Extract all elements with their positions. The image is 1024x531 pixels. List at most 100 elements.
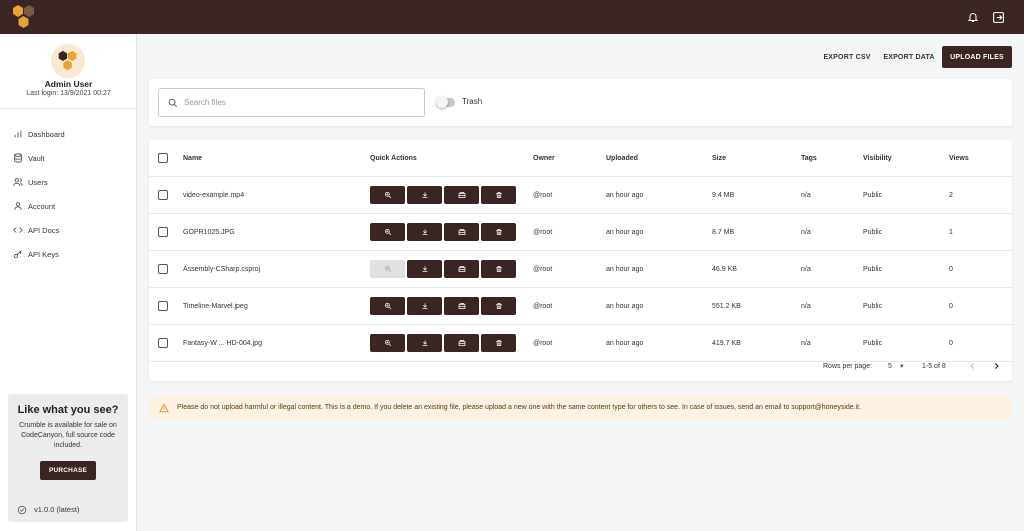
header-uploaded[interactable]: Uploaded (606, 140, 638, 176)
chevron-left-icon (970, 362, 975, 370)
next-page-button[interactable] (992, 361, 1001, 373)
owner: @root (533, 191, 553, 199)
delete-button[interactable] (481, 297, 516, 315)
owner: @root (533, 265, 553, 273)
table-row[interactable]: video-example.mp4 @root an hour ago 9.4 MB n… (149, 177, 1012, 214)
visibility: Public (863, 228, 883, 236)
row-checkbox[interactable] (158, 264, 168, 274)
views: 0 (949, 302, 953, 310)
table-row[interactable]: Timeline-Marvel.jpeg @root an hour ago 551.… (149, 288, 1012, 325)
file-size: 46.9 KB (712, 265, 737, 273)
trash-icon (495, 339, 502, 347)
header-visibility[interactable]: Visibility (863, 140, 892, 176)
row-checkbox[interactable] (158, 227, 168, 237)
delete-button[interactable] (481, 223, 516, 241)
search-card: Trash (149, 79, 1012, 126)
purchase-button[interactable]: PURCHASE (39, 461, 97, 480)
file-name[interactable]: Assembly-CSharp.csproj (183, 251, 260, 287)
preview-button[interactable] (370, 186, 405, 204)
preview-button[interactable] (370, 223, 405, 241)
crumble-logo-icon[interactable] (10, 4, 38, 30)
tags: n/a (801, 265, 811, 273)
download-button[interactable] (407, 223, 442, 241)
table-row[interactable]: Assembly-CSharp.csproj @root an hour ago 46… (149, 251, 1012, 288)
sidebar-nav: Dashboard Vault Users Account API Docs A… (0, 122, 137, 266)
visibility: Public (863, 265, 883, 273)
row-checkbox[interactable] (158, 301, 168, 311)
download-button[interactable] (407, 186, 442, 204)
download-icon (422, 229, 427, 236)
sidebar-item-vault[interactable]: Vault (0, 146, 137, 170)
trash-icon (495, 191, 502, 199)
table-row[interactable]: GOPR1025.JPG @root an hour ago 8.7 MB n/a Pub… (149, 214, 1012, 251)
last-login: Last login: 13/9/2021 00:27 (26, 90, 111, 97)
tags: n/a (801, 191, 811, 199)
select-all-checkbox[interactable] (158, 153, 168, 163)
download-button[interactable] (407, 297, 442, 315)
archive-button[interactable] (444, 186, 479, 204)
download-icon (422, 303, 427, 310)
header-size[interactable]: Size (712, 140, 726, 176)
search-box[interactable] (158, 88, 425, 117)
uploaded-time: an hour ago (606, 228, 644, 236)
header-name[interactable]: Name (183, 140, 202, 176)
archive-button[interactable] (444, 334, 479, 352)
tags: n/a (801, 302, 811, 310)
download-icon (422, 266, 427, 273)
search-input[interactable] (184, 98, 404, 107)
file-name[interactable]: Timeline-Marvel.jpeg (183, 288, 248, 324)
row-checkbox[interactable] (158, 338, 168, 348)
logout-icon[interactable] (990, 9, 1006, 25)
users-icon (13, 178, 23, 186)
delete-button[interactable] (481, 186, 516, 204)
export-csv-button[interactable]: EXPORT CSV (820, 46, 874, 68)
sidebar-item-api-docs[interactable]: API Docs (0, 218, 137, 242)
archive-icon (458, 339, 465, 347)
row-checkbox[interactable] (158, 190, 168, 200)
api-docs-icon (13, 227, 23, 233)
user-name: Admin User (44, 79, 93, 89)
file-name[interactable]: video-example.mp4 (183, 177, 244, 213)
vault-icon (14, 153, 22, 163)
preview-button[interactable] (370, 334, 405, 352)
sidebar-item-api-keys[interactable]: API Keys (0, 242, 137, 266)
sidebar-item-dashboard[interactable]: Dashboard (0, 122, 137, 146)
chevron-down-icon: ▼ (898, 364, 905, 370)
export-data-button[interactable]: EXPORT DATA (880, 46, 938, 68)
header-tags[interactable]: Tags (801, 140, 817, 176)
archive-button[interactable] (444, 260, 479, 278)
delete-button[interactable] (481, 260, 516, 278)
preview-icon (384, 228, 391, 236)
delete-button[interactable] (481, 334, 516, 352)
upload-files-button[interactable]: UPLOAD FILES (942, 46, 1012, 68)
sidebar-item-label: Account (28, 201, 56, 211)
table-header-row: Name Quick Actions Owner Uploaded Size T… (149, 140, 1012, 177)
rows-per-page-select[interactable]: 5 ▼ (888, 363, 905, 370)
trash-toggle[interactable] (436, 96, 455, 108)
avatar[interactable] (51, 44, 85, 78)
header-views[interactable]: Views (949, 140, 969, 176)
sidebar-divider (0, 108, 137, 109)
notification-bell-icon[interactable] (965, 9, 981, 25)
download-icon (422, 340, 427, 347)
check-circle-icon (17, 505, 27, 514)
preview-button[interactable] (370, 297, 405, 315)
file-size: 9.4 MB (712, 191, 735, 199)
trash-icon (495, 228, 502, 236)
sidebar-item-label: Dashboard (28, 129, 65, 139)
rows-per-page-value: 5 (888, 363, 892, 370)
file-name[interactable]: GOPR1025.JPG (183, 214, 235, 250)
download-button[interactable] (407, 334, 442, 352)
archive-icon (458, 265, 465, 273)
prev-page-button[interactable] (968, 361, 977, 373)
uploaded-time: an hour ago (606, 302, 644, 310)
archive-button[interactable] (444, 223, 479, 241)
sidebar-item-users[interactable]: Users (0, 170, 137, 194)
uploaded-time: an hour ago (606, 265, 644, 273)
header-owner[interactable]: Owner (533, 140, 555, 176)
archive-button[interactable] (444, 297, 479, 315)
sidebar-item-account[interactable]: Account (0, 194, 137, 218)
search-icon (168, 98, 178, 107)
download-button[interactable] (407, 260, 442, 278)
views: 0 (949, 265, 953, 273)
